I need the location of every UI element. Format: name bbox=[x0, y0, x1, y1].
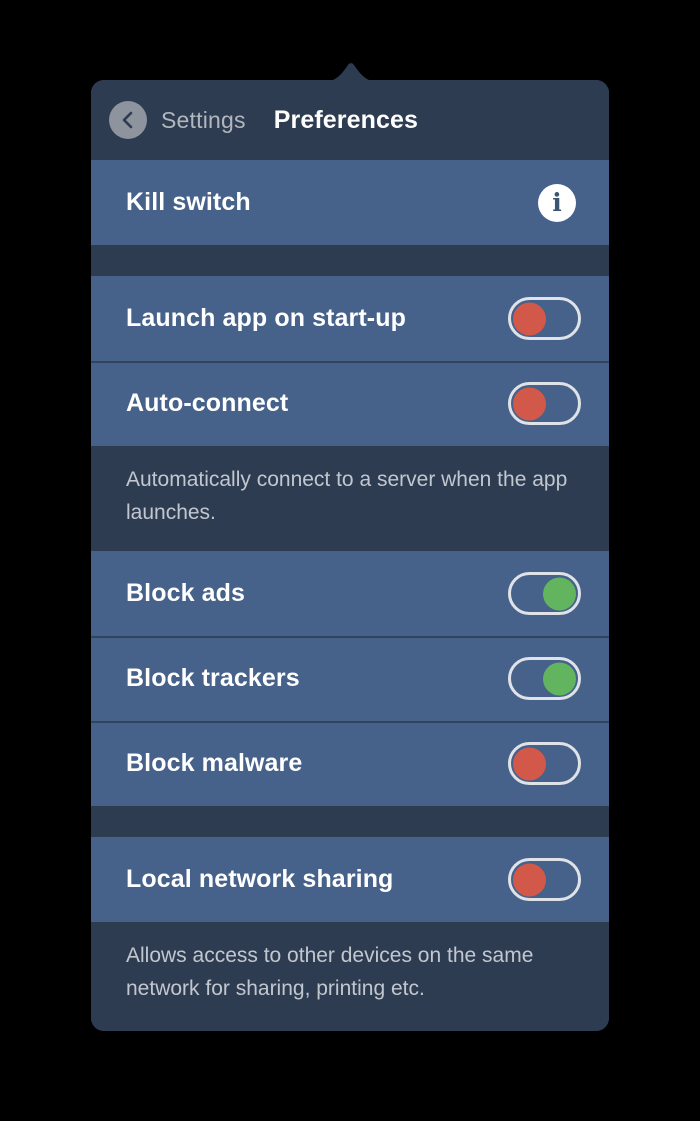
toggle-knob bbox=[543, 577, 576, 611]
row-label-kill-switch: Kill switch bbox=[126, 188, 251, 216]
toggle-launch-app-on-start-up[interactable] bbox=[508, 297, 581, 340]
toggle-block-malware[interactable] bbox=[508, 742, 581, 786]
row-launch-app-on-start-up[interactable]: Launch app on start-up bbox=[91, 276, 609, 361]
preferences-panel: Settings Preferences Kill switch i Launc… bbox=[91, 80, 609, 1032]
toggle-block-trackers[interactable] bbox=[508, 657, 581, 701]
description-local-network-sharing: Allows access to other devices on the sa… bbox=[91, 922, 609, 1032]
popover-notch bbox=[323, 60, 379, 82]
page-title: Preferences bbox=[273, 105, 418, 134]
back-button[interactable] bbox=[109, 101, 147, 139]
row-block-trackers[interactable]: Block trackers bbox=[91, 636, 609, 722]
row-label-local-network-sharing: Local network sharing bbox=[126, 865, 394, 894]
chevron-left-icon bbox=[118, 110, 138, 130]
row-label-block-trackers: Block trackers bbox=[126, 664, 300, 693]
section-spacer bbox=[91, 806, 609, 838]
row-label-launch-app-on-start-up: Launch app on start-up bbox=[126, 304, 406, 332]
toggle-knob bbox=[513, 302, 546, 335]
row-label-auto-connect: Auto-connect bbox=[126, 389, 289, 417]
row-label-block-ads: Block ads bbox=[126, 579, 246, 608]
toggle-knob bbox=[513, 387, 546, 420]
row-block-malware[interactable]: Block malware bbox=[91, 721, 609, 807]
toggle-block-ads[interactable] bbox=[508, 572, 581, 616]
toggle-knob bbox=[543, 662, 576, 696]
row-auto-connect[interactable]: Auto-connect bbox=[91, 361, 609, 446]
toggle-knob bbox=[513, 863, 546, 897]
toggle-local-network-sharing[interactable] bbox=[508, 858, 581, 902]
section-spacer bbox=[91, 245, 609, 276]
row-block-ads[interactable]: Block ads bbox=[91, 551, 609, 637]
panel-header: Settings Preferences bbox=[91, 80, 609, 160]
row-kill-switch[interactable]: Kill switch i bbox=[91, 160, 609, 245]
row-local-network-sharing[interactable]: Local network sharing bbox=[91, 837, 609, 923]
row-label-block-malware: Block malware bbox=[126, 749, 303, 778]
info-icon[interactable]: i bbox=[538, 183, 576, 222]
toggle-knob bbox=[513, 747, 546, 781]
breadcrumb-settings[interactable]: Settings bbox=[161, 107, 246, 134]
description-auto-connect: Automatically connect to a server when t… bbox=[91, 446, 609, 552]
toggle-auto-connect[interactable] bbox=[508, 382, 581, 425]
info-glyph: i bbox=[552, 188, 562, 217]
